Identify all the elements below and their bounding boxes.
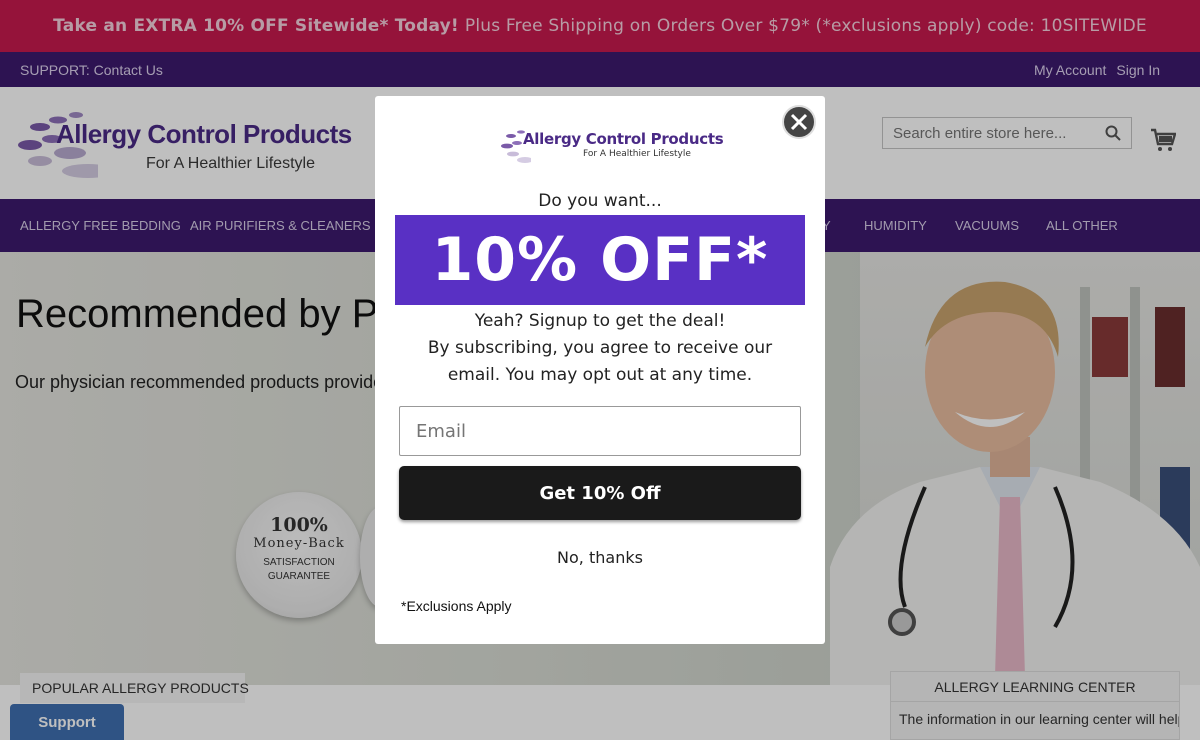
modal-logo: Allergy Control Products For A Healthier… (501, 126, 724, 166)
modal-line-3: email. You may opt out at any time. (447, 365, 753, 385)
exclusions-note: *Exclusions Apply (401, 598, 512, 614)
get-discount-button[interactable]: Get 10% Off (399, 466, 801, 520)
modal-question: Do you want... (538, 191, 662, 211)
email-field[interactable] (399, 406, 801, 456)
modal-line-2: By subscribing, you agree to receive our (427, 338, 773, 358)
modal-description: Yeah? Signup to get the deal! By subscri… (375, 308, 825, 389)
modal-line-1: Yeah? Signup to get the deal! (474, 311, 726, 331)
no-thanks-link[interactable]: No, thanks (375, 548, 825, 567)
close-icon (790, 113, 808, 131)
modal-logo-title: Allergy Control Products (523, 130, 724, 148)
offer-banner: 10% OFF* (395, 215, 805, 305)
close-button[interactable] (782, 105, 816, 139)
modal-logo-tagline: For A Healthier Lifestyle (583, 149, 691, 159)
signup-modal: Allergy Control Products For A Healthier… (375, 96, 825, 644)
